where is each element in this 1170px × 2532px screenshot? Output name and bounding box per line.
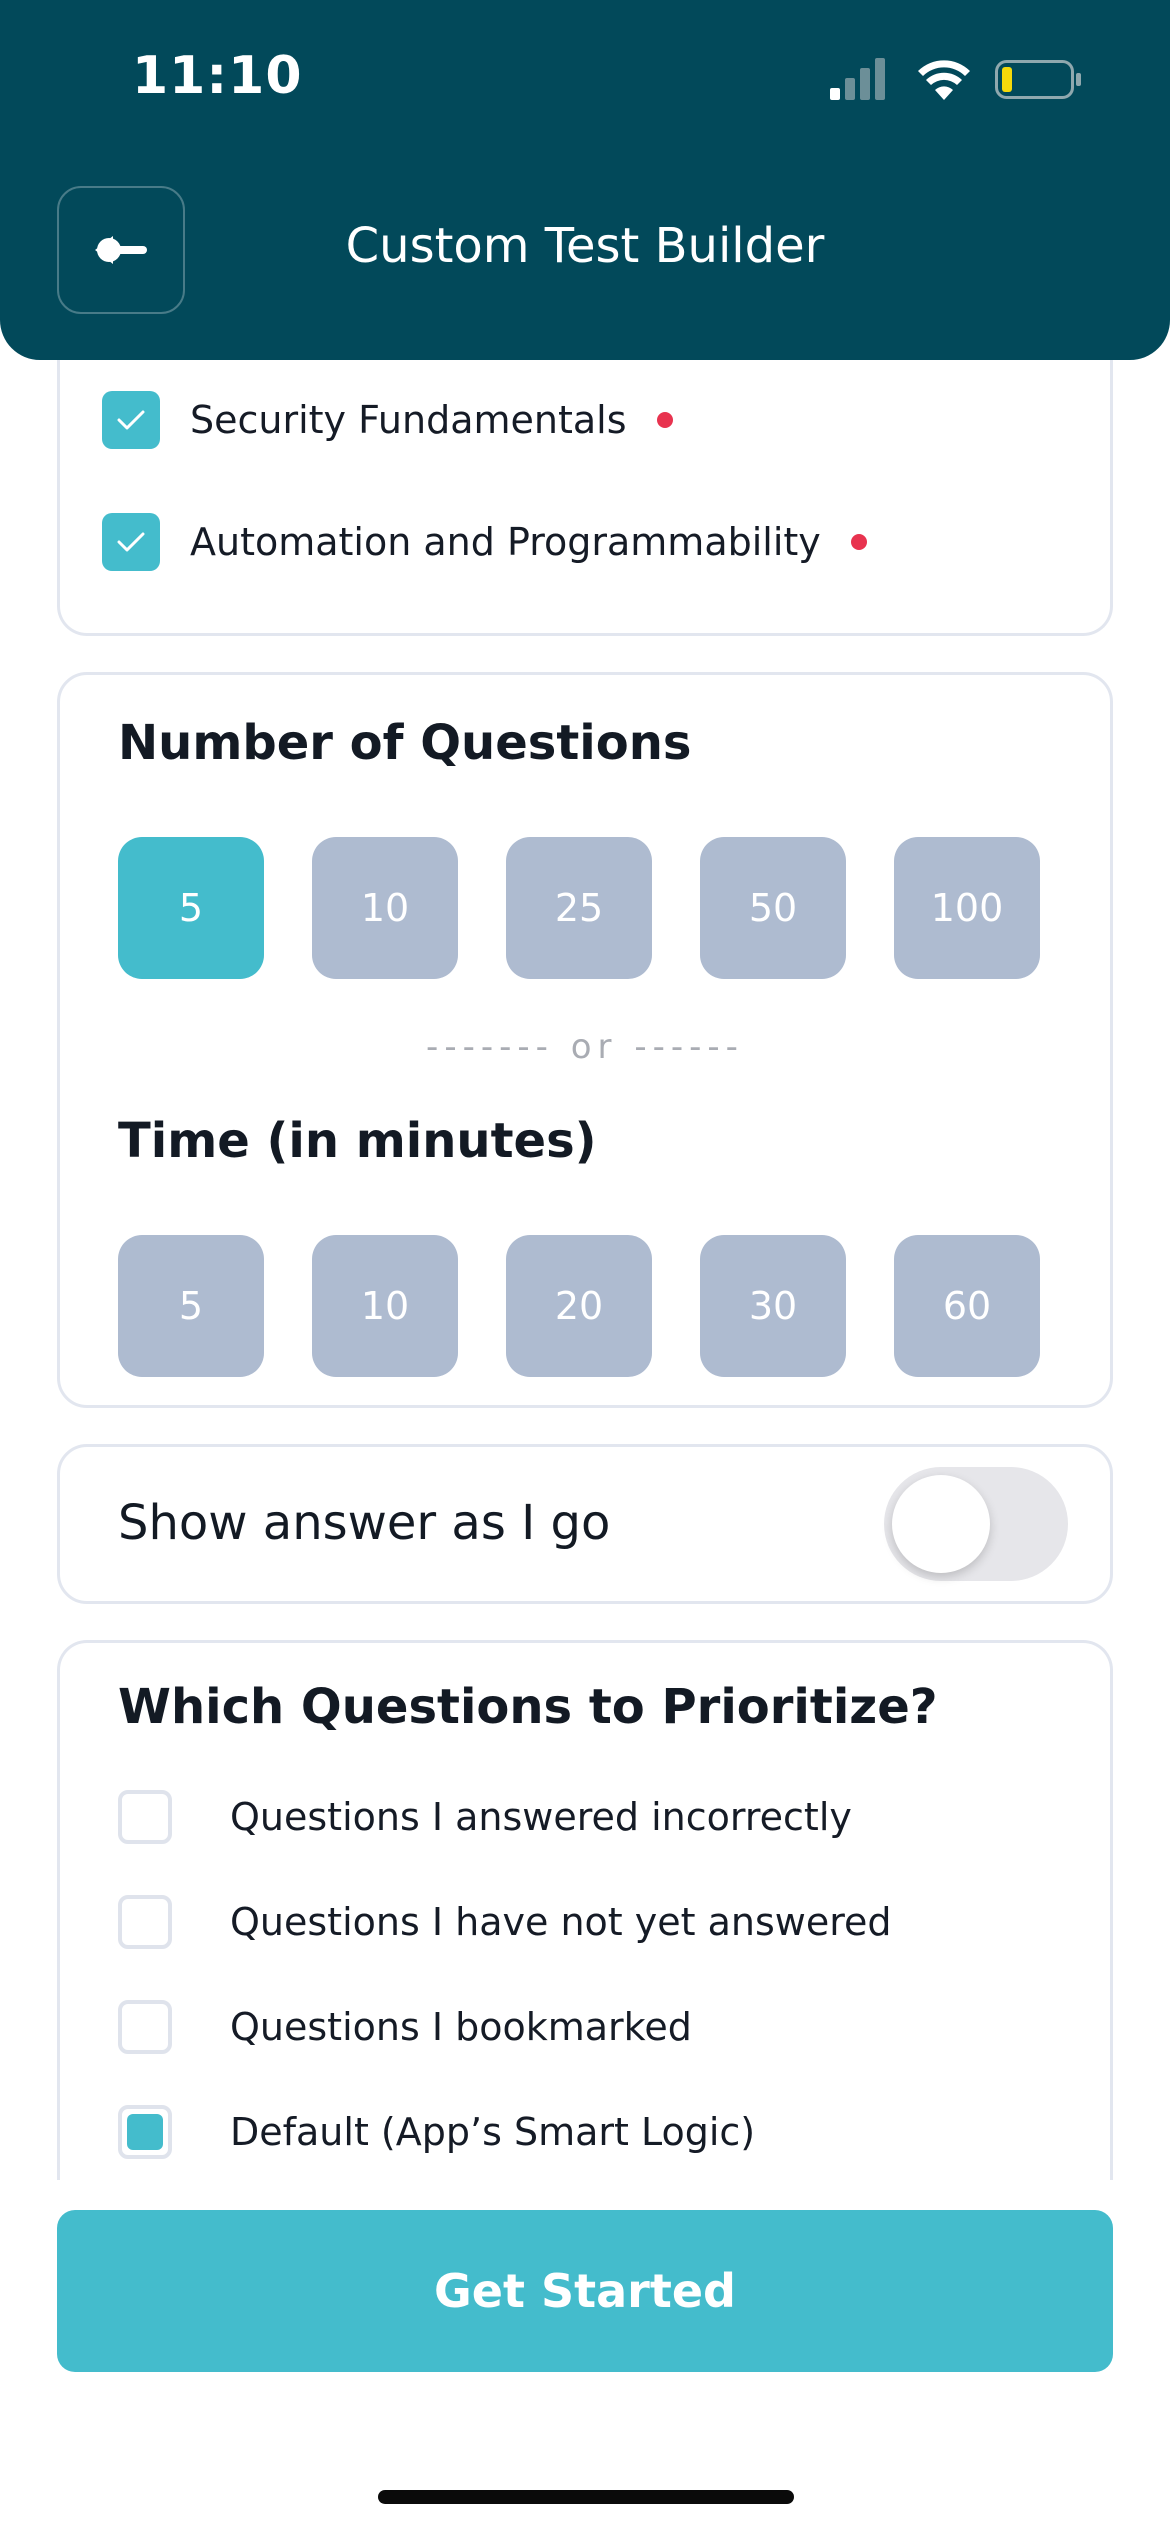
- back-button[interactable]: [57, 186, 185, 314]
- home-indicator: [378, 2490, 794, 2504]
- question-count-options: 5 10 25 50 100: [118, 837, 1040, 979]
- question-count-title: Number of Questions: [118, 715, 692, 771]
- time-limit-option[interactable]: 30: [700, 1235, 846, 1377]
- question-settings-card: Number of Questions 5 10 25 50 100 -----…: [57, 672, 1113, 1408]
- topic-checkbox[interactable]: [102, 513, 160, 571]
- status-icons: [830, 58, 1081, 100]
- question-count-option[interactable]: 25: [506, 837, 652, 979]
- prioritize-option-label: Default (App’s Smart Logic): [230, 2110, 756, 2154]
- time-limit-title: Time (in minutes): [118, 1113, 597, 1169]
- prioritize-option[interactable]: Default (App’s Smart Logic): [118, 2102, 755, 2162]
- checkmark-icon: [117, 532, 145, 552]
- prioritize-option-label: Questions I have not yet answered: [230, 1900, 892, 1944]
- question-count-option[interactable]: 5: [118, 837, 264, 979]
- arrow-left-icon: [95, 236, 147, 264]
- page-title: Custom Test Builder: [345, 218, 825, 274]
- prioritize-title: Which Questions to Prioritize?: [118, 1679, 938, 1735]
- topic-item[interactable]: Automation and Programmability: [102, 512, 867, 572]
- prioritize-checkbox-selected[interactable]: [118, 2105, 172, 2159]
- prioritize-option-label: Questions I answered incorrectly: [230, 1795, 852, 1839]
- show-answer-toggle[interactable]: [884, 1467, 1068, 1581]
- question-count-option[interactable]: 10: [312, 837, 458, 979]
- prioritize-checkbox[interactable]: [118, 1790, 172, 1844]
- prioritize-checkbox[interactable]: [118, 1895, 172, 1949]
- show-answer-label: Show answer as I go: [118, 1495, 611, 1551]
- checkmark-icon: [117, 410, 145, 430]
- time-limit-option[interactable]: 20: [506, 1235, 652, 1377]
- weak-area-dot: [656, 412, 673, 428]
- prioritize-option-label: Questions I bookmarked: [230, 2005, 692, 2049]
- prioritize-option[interactable]: Questions I answered incorrectly: [118, 1787, 852, 1847]
- toggle-knob: [892, 1475, 990, 1573]
- battery-icon: [995, 60, 1081, 99]
- selected-indicator: [127, 2114, 163, 2150]
- time-limit-options: 5 10 20 30 60: [118, 1235, 1040, 1377]
- wifi-icon: [918, 60, 970, 100]
- topic-label: Security Fundamentals: [190, 398, 627, 442]
- or-divider: ------- or ------: [426, 1027, 744, 1067]
- topic-checkbox[interactable]: [102, 391, 160, 449]
- question-count-option[interactable]: 50: [700, 837, 846, 979]
- prioritize-option[interactable]: Questions I bookmarked: [118, 1997, 692, 2057]
- weak-area-dot: [850, 534, 867, 550]
- cellular-signal-icon: [830, 58, 885, 100]
- time-limit-option[interactable]: 10: [312, 1235, 458, 1377]
- time-limit-option[interactable]: 60: [894, 1235, 1040, 1377]
- question-count-option[interactable]: 100: [894, 837, 1040, 979]
- time-limit-option[interactable]: 5: [118, 1235, 264, 1377]
- prioritize-checkbox[interactable]: [118, 2000, 172, 2054]
- show-answer-card: Show answer as I go: [57, 1444, 1113, 1604]
- prioritize-card: Which Questions to Prioritize? Questions…: [57, 1640, 1113, 2180]
- prioritize-option[interactable]: Questions I have not yet answered: [118, 1892, 892, 1952]
- app-header: 11:10 Custom Test Builder: [0, 0, 1170, 360]
- status-time: 11:10: [132, 46, 303, 106]
- topic-label: Automation and Programmability: [190, 520, 821, 564]
- get-started-button[interactable]: Get Started: [57, 2210, 1113, 2372]
- topic-item[interactable]: Security Fundamentals: [102, 390, 673, 450]
